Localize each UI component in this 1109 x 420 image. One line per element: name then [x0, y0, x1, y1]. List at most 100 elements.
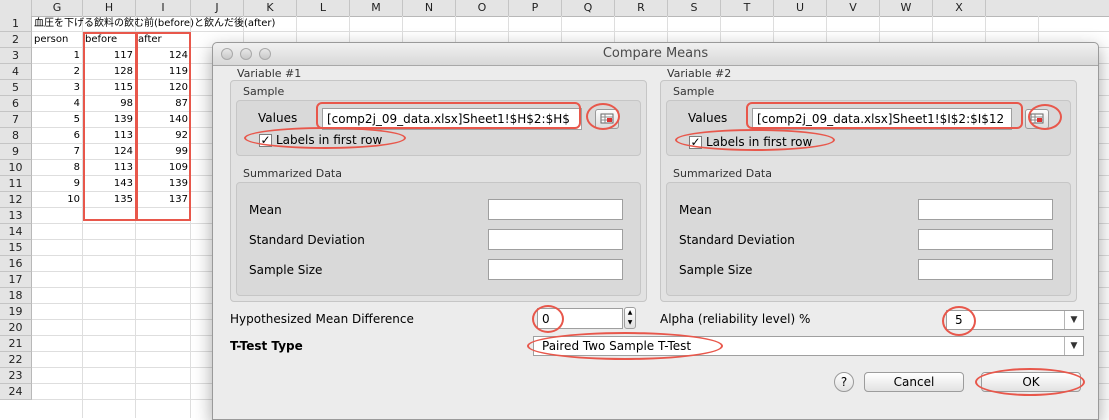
variable2-sample-label: Sample [673, 85, 715, 98]
alpha-label: Alpha (reliability level) % [660, 312, 811, 326]
column-header[interactable]: M [350, 0, 403, 16]
column-header[interactable]: K [244, 0, 297, 16]
data-cell[interactable]: 1 [32, 48, 83, 64]
row-header[interactable]: 19 [0, 304, 32, 320]
column-header[interactable]: R [615, 0, 668, 16]
alpha-highlight [942, 306, 976, 336]
data-cell[interactable]: 2 [32, 64, 83, 80]
column-header[interactable]: P [509, 0, 562, 16]
variable2-mean-label: Mean [679, 203, 712, 217]
column-header[interactable]: T [721, 0, 774, 16]
variable1-size-input[interactable] [488, 259, 623, 280]
ttest-highlight [527, 332, 723, 360]
data-cell[interactable]: 9 [32, 176, 83, 192]
variable2-summarized-box: Mean Standard Deviation Sample Size [666, 182, 1071, 296]
variable1-sample-label: Sample [243, 85, 285, 98]
row-header[interactable]: 12 [0, 192, 32, 208]
row-header[interactable]: 3 [0, 48, 32, 64]
variable1-summarized-label: Summarized Data [243, 167, 342, 180]
variable2-label: Variable #2 [667, 67, 732, 80]
variable2-sd-input[interactable] [918, 229, 1053, 250]
column-header[interactable]: I [136, 0, 191, 16]
before-column-highlight [83, 32, 137, 221]
stepper-up-icon[interactable]: ▲ [625, 309, 635, 317]
row-header[interactable]: 20 [0, 320, 32, 336]
column-header[interactable]: N [403, 0, 456, 16]
help-button[interactable]: ? [834, 372, 854, 392]
v2-values-highlight [746, 102, 1023, 129]
variable2-size-label: Sample Size [679, 263, 753, 277]
column-header[interactable]: U [774, 0, 827, 16]
variable1-summarized-box: Mean Standard Deviation Sample Size [236, 182, 641, 296]
title-cell[interactable]: 血圧を下げる飲料の飲む前(before)と飲んだ後(after) [32, 16, 332, 32]
variable1-values-label: Values [258, 111, 298, 125]
row-header[interactable]: 8 [0, 128, 32, 144]
row-header[interactable]: 2 [0, 32, 32, 48]
variable2-mean-input[interactable] [918, 199, 1053, 220]
row-header[interactable]: 14 [0, 224, 32, 240]
variable2-size-input[interactable] [918, 259, 1053, 280]
stepper-down-icon[interactable]: ▼ [625, 319, 635, 327]
row-header[interactable]: 24 [0, 384, 32, 400]
hyp-diff-highlight [532, 305, 564, 333]
v1-values-highlight [316, 102, 581, 129]
variable1-label: Variable #1 [237, 67, 302, 80]
variable2-values-label: Values [688, 111, 728, 125]
row-header[interactable]: 15 [0, 240, 32, 256]
row-header[interactable]: 5 [0, 80, 32, 96]
column-header[interactable]: S [668, 0, 721, 16]
variable1-size-label: Sample Size [249, 263, 323, 277]
data-cell[interactable]: 10 [32, 192, 83, 208]
select-all-corner[interactable] [0, 0, 32, 16]
row-header[interactable]: 6 [0, 96, 32, 112]
variable1-mean-label: Mean [249, 203, 282, 217]
data-cell[interactable]: 6 [32, 128, 83, 144]
v2-picker-highlight [1028, 104, 1062, 130]
after-column-highlight [136, 32, 191, 221]
header-cell[interactable]: person [32, 32, 83, 48]
v2-labels-highlight [675, 129, 835, 151]
data-cell[interactable]: 8 [32, 160, 83, 176]
ok-highlight [975, 368, 1085, 396]
column-header[interactable]: V [827, 0, 880, 16]
column-header[interactable]: H [83, 0, 136, 16]
row-header[interactable]: 10 [0, 160, 32, 176]
data-cell[interactable]: 4 [32, 96, 83, 112]
row-header[interactable]: 13 [0, 208, 32, 224]
v1-picker-highlight [586, 103, 620, 130]
row-header[interactable]: 18 [0, 288, 32, 304]
column-header[interactable]: Q [562, 0, 615, 16]
v1-labels-highlight [244, 127, 406, 149]
dialog-titlebar[interactable]: Compare Means [213, 43, 1098, 66]
row-header[interactable]: 16 [0, 256, 32, 272]
row-header[interactable]: 22 [0, 352, 32, 368]
row-header[interactable]: 11 [0, 176, 32, 192]
chevron-down-icon[interactable]: ▼ [1064, 311, 1083, 329]
ttest-type-label: T-Test Type [230, 339, 303, 353]
row-header[interactable]: 9 [0, 144, 32, 160]
dialog-title: Compare Means [602, 46, 709, 61]
row-header[interactable]: 4 [0, 64, 32, 80]
variable1-mean-input[interactable] [488, 199, 623, 220]
column-header[interactable]: X [933, 0, 986, 16]
row-header[interactable]: 1 [0, 16, 32, 32]
chevron-down-icon[interactable]: ▼ [1064, 337, 1083, 355]
compare-means-dialog: Compare Means Variable #1 Sample Values … [212, 42, 1099, 420]
hyp-diff-stepper[interactable]: ▲ ▼ [624, 307, 636, 329]
variable1-sd-input[interactable] [488, 229, 623, 250]
column-header[interactable]: W [880, 0, 933, 16]
cancel-button[interactable]: Cancel [864, 372, 964, 392]
column-header[interactable]: G [32, 0, 83, 16]
column-header[interactable]: L [297, 0, 350, 16]
row-header[interactable]: 7 [0, 112, 32, 128]
data-cell[interactable]: 5 [32, 112, 83, 128]
variable2-sd-label: Standard Deviation [679, 233, 795, 247]
variable2-summarized-label: Summarized Data [673, 167, 772, 180]
row-header[interactable]: 21 [0, 336, 32, 352]
column-header[interactable]: O [456, 0, 509, 16]
column-header[interactable]: J [191, 0, 244, 16]
row-header[interactable]: 17 [0, 272, 32, 288]
row-header[interactable]: 23 [0, 368, 32, 384]
data-cell[interactable]: 3 [32, 80, 83, 96]
data-cell[interactable]: 7 [32, 144, 83, 160]
